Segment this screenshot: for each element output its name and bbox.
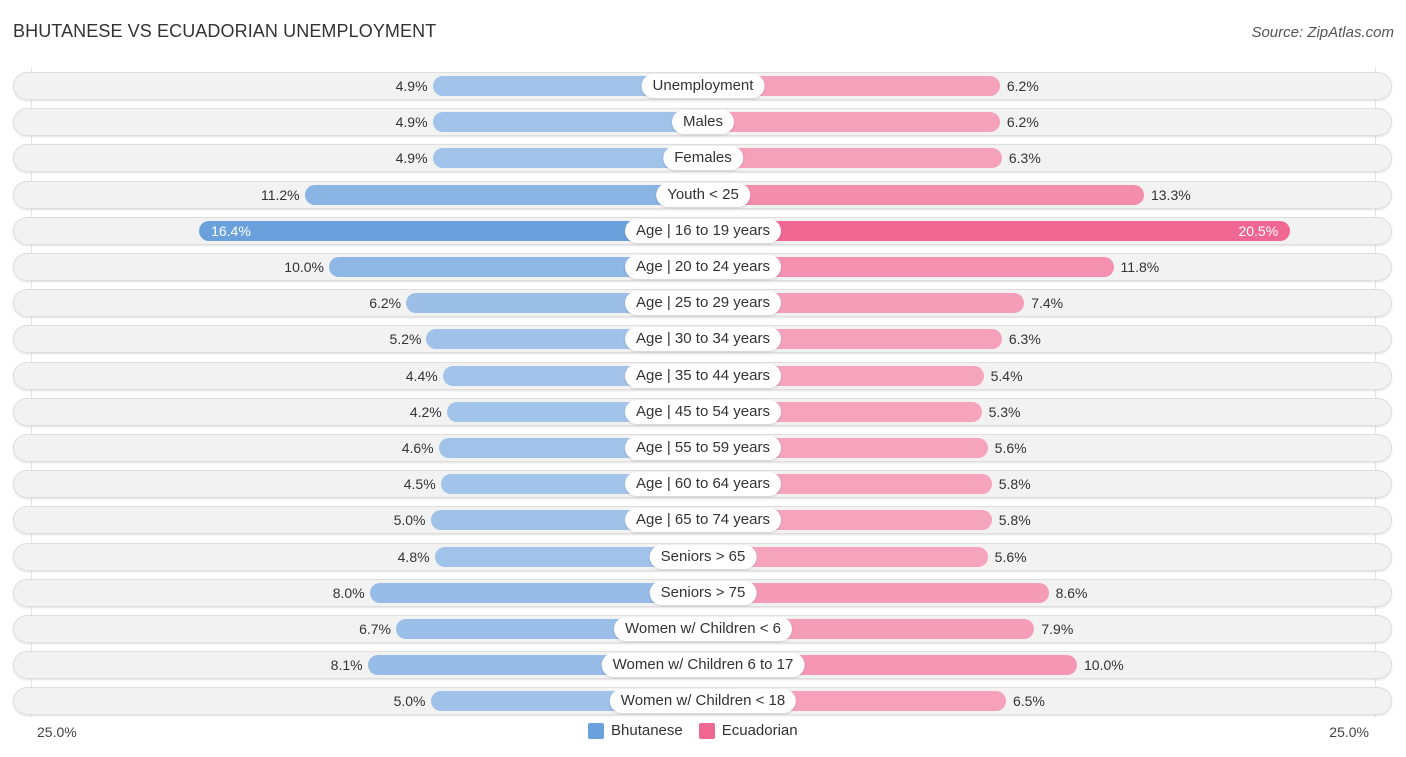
legend-swatch-bhutanese (588, 722, 604, 739)
value-label-ecuadorian: 6.2% (1006, 78, 1039, 94)
value-label-bhutanese: 4.5% (403, 476, 436, 493)
value-label-ecuadorian: 5.3% (988, 403, 1021, 420)
category-label: Age | 25 to 29 years (625, 291, 781, 316)
category-label: Males (671, 110, 735, 135)
value-label-ecuadorian: 6.5% (1012, 693, 1045, 710)
value-label-bhutanese: 10.0% (284, 259, 324, 275)
value-label-bhutanese: 4.8% (397, 548, 430, 565)
value-label-bhutanese: 5.0% (393, 512, 426, 529)
value-label-ecuadorian: 5.4% (990, 367, 1023, 384)
category-label: Age | 16 to 19 years (625, 218, 781, 243)
bar-ecuadorian[interactable] (703, 112, 1000, 133)
value-label-ecuadorian: 20.5% (1238, 222, 1279, 239)
value-label-bhutanese: 5.2% (389, 331, 422, 348)
value-label-bhutanese: 8.0% (332, 584, 365, 601)
value-label-bhutanese: 4.4% (405, 367, 438, 384)
value-label-ecuadorian: 7.4% (1031, 295, 1064, 312)
legend-label-bhutanese: Bhutanese (611, 722, 683, 739)
axis-label-right: 25.0% (1329, 724, 1369, 740)
value-label-bhutanese: 4.9% (395, 78, 428, 94)
value-label-ecuadorian: 5.8% (998, 512, 1031, 529)
category-label: Age | 65 to 74 years (625, 508, 781, 533)
category-label: Age | 35 to 44 years (625, 363, 781, 388)
value-label-bhutanese: 4.9% (395, 150, 428, 167)
chart-area: 4.9% 6.2% Unemployment 4.9% 6.2% Males 4.9% 6.3… (0, 0, 1406, 757)
category-label: Age | 55 to 59 years (625, 436, 781, 460)
value-label-bhutanese: 6.7% (359, 621, 391, 637)
legend-item-bhutanese[interactable]: Bhutanese (588, 722, 683, 739)
category-label: Unemployment (641, 74, 765, 98)
category-label: Age | 20 to 24 years (625, 255, 781, 279)
category-label: Women w/ Children 6 to 17 (601, 653, 805, 678)
value-label-bhutanese: 11.2% (260, 186, 300, 203)
value-label-bhutanese: 4.9% (395, 114, 428, 131)
bar-bhutanese[interactable] (304, 184, 703, 205)
category-label: Women w/ Children < 18 (609, 689, 797, 714)
category-label: Youth < 25 (656, 182, 750, 207)
value-label-ecuadorian: 5.8% (998, 476, 1031, 493)
value-label-ecuadorian: 6.3% (1008, 150, 1041, 167)
value-label-ecuadorian: 7.9% (1041, 621, 1074, 637)
value-label-bhutanese: 4.6% (401, 440, 434, 456)
legend: Bhutanese Ecuadorian (588, 722, 814, 739)
axis-label-left: 25.0% (37, 724, 77, 740)
value-label-ecuadorian: 5.6% (994, 440, 1027, 456)
value-label-ecuadorian: 6.2% (1006, 114, 1039, 131)
category-label: Seniors > 65 (649, 544, 757, 569)
value-label-ecuadorian: 11.8% (1120, 259, 1160, 275)
value-label-ecuadorian: 13.3% (1150, 186, 1191, 203)
value-label-bhutanese: 5.0% (393, 693, 426, 710)
bar-bhutanese[interactable] (432, 112, 703, 133)
bar-ecuadorian[interactable] (703, 184, 1144, 205)
category-label: Seniors > 75 (649, 580, 757, 605)
value-label-ecuadorian: 5.6% (994, 548, 1027, 565)
bar-ecuadorian[interactable] (703, 148, 1002, 169)
category-label: Age | 60 to 64 years (625, 472, 781, 497)
legend-item-ecuadorian[interactable]: Ecuadorian (698, 722, 798, 739)
legend-swatch-ecuadorian (698, 722, 715, 739)
category-label: Age | 30 to 34 years (625, 327, 781, 352)
value-label-ecuadorian: 6.3% (1008, 331, 1041, 348)
value-label-bhutanese: 4.2% (409, 403, 442, 420)
category-label: Women w/ Children < 6 (613, 617, 793, 641)
value-label-ecuadorian: 8.6% (1055, 584, 1088, 601)
bar-ecuadorian[interactable] (703, 220, 1291, 241)
legend-label-ecuadorian: Ecuadorian (721, 722, 798, 739)
value-label-ecuadorian: 10.0% (1084, 657, 1124, 674)
category-label: Age | 45 to 54 years (625, 399, 781, 424)
value-label-bhutanese: 8.1% (330, 657, 363, 674)
category-label: Females (663, 146, 743, 171)
value-label-bhutanese: 6.2% (369, 295, 402, 312)
value-label-bhutanese: 16.4% (211, 222, 251, 239)
